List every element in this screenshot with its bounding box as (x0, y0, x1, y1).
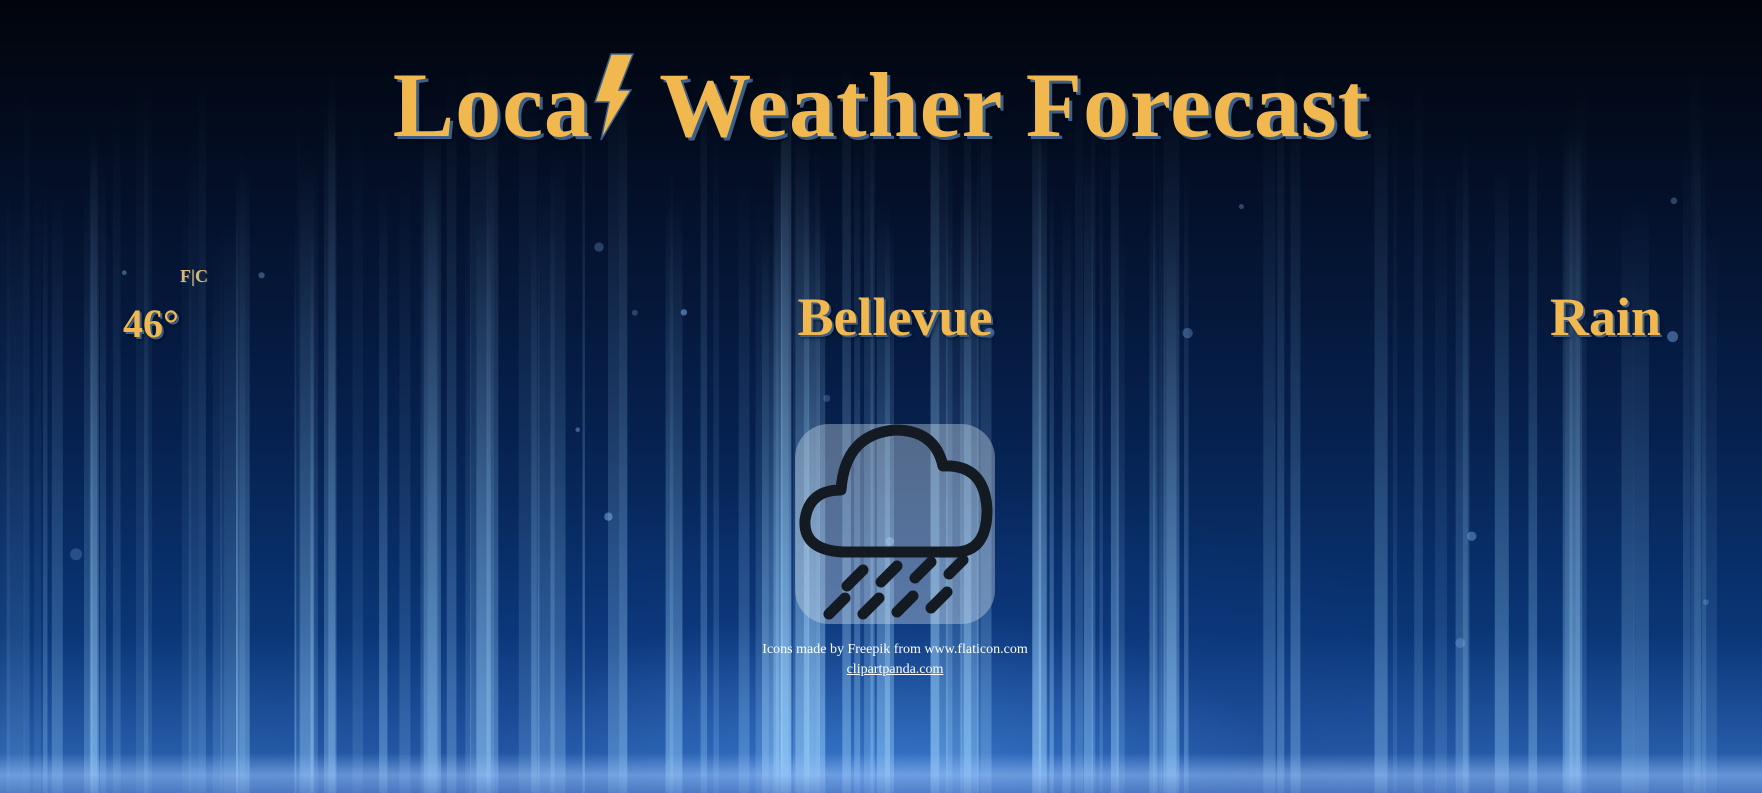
light-ray (470, 61, 488, 793)
light-ray (518, 62, 537, 793)
light-ray (297, 74, 300, 793)
light-ray (1455, 154, 1470, 793)
sparkle (604, 512, 613, 521)
sparkle (1238, 204, 1244, 210)
light-ray (112, 101, 121, 793)
light-ray (23, 82, 30, 793)
unit-toggle-button[interactable]: F|C (180, 266, 208, 287)
credit-link[interactable]: clipartpanda.com (847, 662, 944, 677)
light-ray (1075, 75, 1084, 793)
light-ray (582, 70, 585, 793)
light-ray (669, 153, 674, 793)
light-ray (1374, 96, 1388, 793)
light-ray (423, 103, 441, 793)
city-name: Bellevue (797, 287, 993, 347)
light-ray (6, 172, 25, 793)
light-ray (235, 194, 238, 793)
light-ray (1414, 75, 1423, 793)
light-ray (89, 122, 98, 793)
light-ray (1683, 138, 1691, 793)
light-ray (550, 142, 566, 793)
light-ray (619, 74, 628, 793)
light-ray (1184, 160, 1189, 793)
light-ray (738, 180, 750, 793)
light-ray (1153, 63, 1156, 793)
lightning-bolt-icon (593, 53, 635, 141)
sparkle (121, 270, 127, 276)
light-ray (1263, 108, 1276, 793)
sparkle (1467, 531, 1477, 541)
sparkle (575, 427, 580, 433)
icon-credits: Icons made by Freepik from www.flaticon.… (0, 640, 1762, 680)
weather-icon-tile (795, 424, 995, 624)
light-ray (1569, 124, 1583, 793)
sparkle (258, 272, 265, 279)
light-ray (1528, 129, 1538, 793)
light-ray (379, 183, 388, 793)
light-ray (51, 187, 63, 793)
light-ray (324, 101, 337, 793)
light-ray (1290, 101, 1301, 793)
sparkle (594, 242, 604, 252)
light-ray (1099, 132, 1103, 793)
light-ray (399, 170, 411, 793)
rain-cloud-icon (799, 424, 993, 620)
light-ray (1084, 142, 1093, 793)
light-ray (486, 83, 499, 793)
light-ray (1494, 162, 1509, 793)
light-ray (608, 76, 621, 793)
light-ray (1049, 182, 1054, 793)
light-ray (144, 86, 149, 793)
page-title: Loca Weather Forecast (0, 50, 1762, 155)
title-text-start: Loca (392, 54, 591, 156)
title-text-end: Weather Forecast (636, 54, 1370, 156)
glowing-floor (0, 753, 1762, 793)
light-ray (43, 187, 48, 793)
light-ray (780, 63, 792, 793)
light-ray (1633, 194, 1649, 793)
light-ray (1435, 157, 1447, 793)
weather-condition: Rain (1550, 287, 1662, 347)
sparkle (823, 394, 831, 402)
credit-text: Icons made by Freepik from www.flaticon.… (762, 642, 1028, 657)
light-ray (446, 76, 457, 793)
sparkle (70, 548, 83, 561)
light-ray (1393, 89, 1398, 793)
light-ray (299, 163, 315, 793)
light-ray (352, 116, 363, 793)
light-ray (1277, 65, 1285, 793)
light-ray (1033, 148, 1046, 793)
sparkle (1703, 599, 1709, 605)
light-ray (713, 130, 719, 793)
sparkle (1670, 197, 1678, 205)
light-ray (33, 170, 41, 793)
light-ray (1160, 181, 1166, 793)
light-ray (700, 60, 708, 793)
light-ray (236, 165, 250, 793)
light-ray (100, 149, 107, 793)
light-ray (198, 78, 206, 793)
